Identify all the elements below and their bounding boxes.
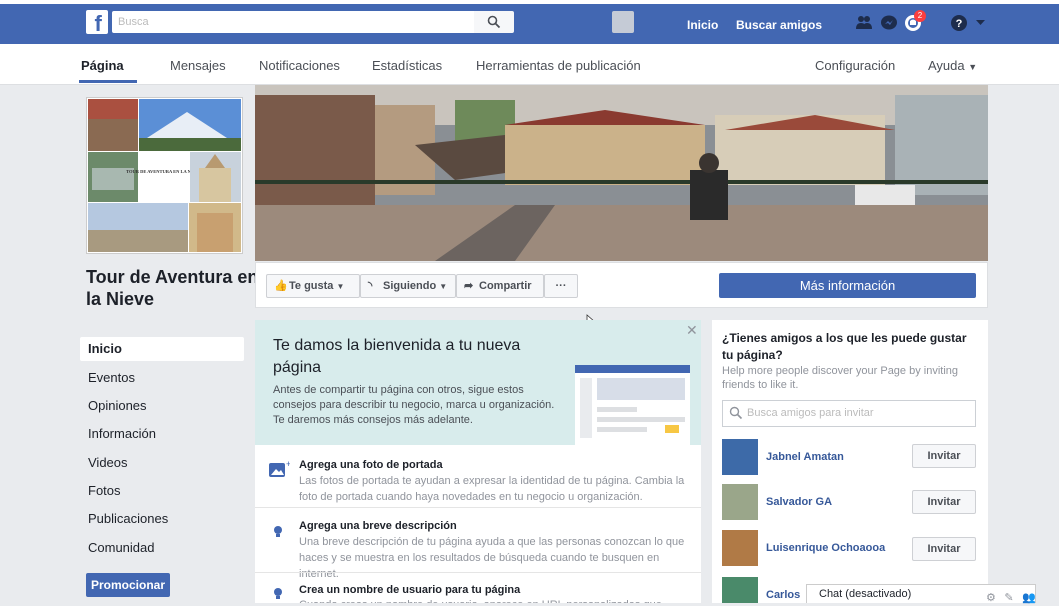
compose-icon[interactable]: ✎ — [1004, 592, 1013, 604]
sidebar-item-informacion[interactable]: Información — [80, 422, 244, 446]
share-arrow-icon: ➦ — [464, 280, 474, 292]
search-icon — [729, 406, 743, 420]
invite-title: ¿Tienes amigos a los que les puede gusta… — [722, 331, 967, 362]
following-button[interactable]: ◝ Siguiendo ▼ — [360, 274, 456, 298]
invite-button[interactable]: Invitar — [912, 537, 976, 561]
divider — [255, 507, 701, 508]
invite-button[interactable]: Invitar — [912, 490, 976, 514]
cover-photo-image — [255, 85, 988, 261]
avatar[interactable] — [722, 484, 758, 520]
svg-text:+: + — [286, 460, 290, 469]
invite-button[interactable]: Invitar — [912, 444, 976, 468]
task-cover-photo-title[interactable]: Agrega una foto de portada — [299, 459, 443, 471]
tab-page[interactable]: Página — [81, 58, 124, 73]
task-username-description: Cuando creas un nombre de usuario, apare… — [299, 597, 694, 603]
welcome-title: Te damos la bienvenida a tu nueva página — [273, 337, 521, 376]
sidebar-item-inicio[interactable]: Inicio — [80, 337, 244, 361]
sidebar-item-opiniones[interactable]: Opiniones — [80, 394, 244, 418]
friends-icon[interactable] — [855, 14, 873, 32]
more-options-button[interactable]: ··· — [544, 274, 578, 298]
task-description-description: Una breve descripción de tu página ayuda… — [299, 536, 685, 580]
nav-home-link[interactable]: Inicio — [687, 18, 718, 32]
like-button-label: Te gusta — [289, 280, 334, 292]
task-description-title[interactable]: Agrega una breve descripción — [299, 520, 457, 532]
chevron-down-icon: ▼ — [968, 62, 978, 72]
chevron-down-icon: ▼ — [439, 282, 448, 291]
friend-name[interactable]: Salvador GA — [766, 496, 832, 508]
welcome-description: Antes de compartir tu página con otros, … — [273, 384, 555, 426]
dropdown-icon[interactable] — [976, 20, 985, 26]
search-icon — [487, 15, 501, 29]
tab-statistics[interactable]: Estadísticas — [372, 58, 442, 73]
share-button[interactable]: ➦ Compartir — [456, 274, 544, 298]
sidebar-item-videos[interactable]: Videos — [80, 451, 244, 475]
more-info-button[interactable]: Más información — [719, 273, 976, 298]
sidebar-item-fotos[interactable]: Fotos — [80, 479, 244, 503]
page-title: Tour de Aventura en la Nieve — [86, 267, 259, 309]
photo-icon: + — [269, 460, 290, 477]
rss-icon: ◝ — [368, 280, 373, 292]
following-button-label: Siguiendo — [383, 280, 437, 292]
share-button-label: Compartir — [479, 280, 532, 292]
search-button[interactable] — [474, 11, 514, 33]
chat-options: ⚙ ✎ 👥 — [986, 588, 1036, 606]
help-icon[interactable]: ? — [950, 14, 968, 32]
sidebar-item-eventos[interactable]: Eventos — [80, 366, 244, 390]
group-icon[interactable]: 👥 — [1022, 592, 1036, 604]
task-cover-photo-description: Las fotos de portada te ayudan a expresa… — [299, 475, 685, 503]
messenger-icon[interactable] — [880, 14, 898, 32]
tab-settings[interactable]: Configuración — [815, 58, 895, 73]
tab-help[interactable]: Ayuda ▼ — [928, 58, 977, 73]
friend-name[interactable]: Jabnel Amatan — [766, 451, 844, 463]
close-icon[interactable]: ✕ — [686, 322, 698, 339]
divider — [255, 572, 701, 573]
friend-name[interactable]: Carlos — [766, 589, 800, 601]
sidebar-item-publicaciones[interactable]: Publicaciones — [80, 507, 244, 531]
tab-publishing-tools[interactable]: Herramientas de publicación — [476, 58, 641, 73]
avatar[interactable] — [722, 577, 758, 603]
cover-photo[interactable] — [255, 85, 988, 261]
avatar[interactable] — [722, 530, 758, 566]
profile-avatar[interactable] — [612, 11, 634, 33]
friend-name[interactable]: Luisenrique Ochoaooa — [766, 542, 885, 554]
invite-subtitle: Help more people discover your Page by i… — [722, 365, 959, 391]
profile-picture[interactable]: TOUR DE AVENTURA EN LA NIEVE — [86, 97, 243, 254]
nav-find-friends-link[interactable]: Buscar amigos — [736, 18, 822, 32]
promote-button[interactable]: Promocionar — [86, 573, 170, 597]
avatar[interactable] — [722, 439, 758, 475]
svg-text:?: ? — [956, 18, 963, 30]
active-tab-indicator — [79, 80, 137, 83]
sidebar-item-comunidad[interactable]: Comunidad — [80, 536, 244, 560]
thumbs-up-icon: 👍 — [274, 280, 288, 292]
lightbulb-icon — [274, 588, 282, 599]
chevron-down-icon: ▼ — [336, 282, 345, 291]
tab-messages[interactable]: Mensajes — [170, 58, 226, 73]
like-button[interactable]: 👍 Te gusta ▼ — [266, 274, 360, 298]
notification-badge: 2 — [914, 10, 926, 22]
facebook-logo[interactable]: f — [86, 10, 108, 34]
search-input[interactable]: Busca — [112, 11, 474, 33]
profile-collage-image: TOUR DE AVENTURA EN LA NIEVE — [88, 99, 241, 252]
lightbulb-icon — [274, 526, 282, 537]
welcome-illustration — [575, 365, 690, 445]
invite-search-input[interactable]: Busca amigos para invitar — [722, 400, 976, 427]
gear-icon[interactable]: ⚙ — [986, 592, 996, 604]
tab-notifications[interactable]: Notificaciones — [259, 58, 340, 73]
task-username-title[interactable]: Crea un nombre de usuario para tu página — [299, 584, 520, 596]
tab-help-label: Ayuda — [928, 58, 965, 73]
